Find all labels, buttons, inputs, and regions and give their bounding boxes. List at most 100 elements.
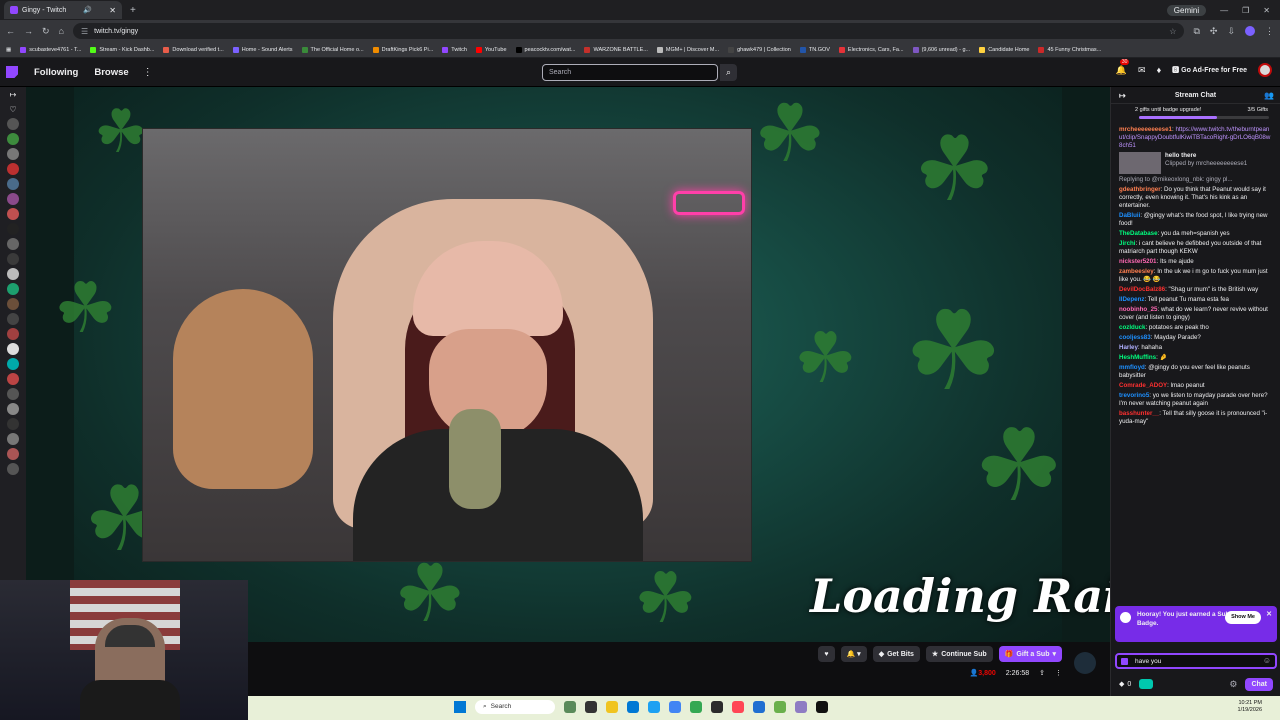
share-icon[interactable]: ⇪ [1039,669,1045,677]
bookmark-item[interactable]: peacocktv.com/wat... [515,46,575,53]
chat-username[interactable]: IIDepenz [1119,296,1144,303]
taskbar-app-icon[interactable] [753,701,765,713]
taskbar-app-icon[interactable] [795,701,807,713]
bookmark-item[interactable]: Download verified t... [163,46,224,53]
edge-browser-icon[interactable] [627,701,639,713]
community-icon[interactable]: 👥 [1264,91,1274,100]
gemini-button[interactable]: Gemini [1166,4,1207,16]
chat-input[interactable]: have you ☺ [1115,653,1277,669]
new-tab-button[interactable]: + [130,5,136,16]
reply-context[interactable]: Replying to @mikeoxlong_nbk: gingy pl... [1119,176,1272,184]
bookmark-item[interactable]: WARZONE BATTLE... [584,46,648,53]
taskbar-app-icon[interactable] [732,701,744,713]
chat-username[interactable]: trevorino5 [1119,392,1149,399]
channel-avatar[interactable] [7,238,19,250]
chat-username[interactable]: mmfloyd [1119,364,1145,371]
bookmark-item[interactable]: TN.GOV [799,46,830,53]
inbox-icon[interactable]: ✉ [1138,65,1146,76]
search-input[interactable]: Search [542,64,718,81]
bookmark-item[interactable]: MGM+ | Discover M... [656,46,719,53]
more-menu-icon[interactable]: ⋮ [143,67,153,78]
close-window-icon[interactable]: ✕ [1263,6,1270,15]
channel-avatar[interactable] [7,193,19,205]
channel-avatar[interactable] [7,418,19,430]
chat-username[interactable]: HeshMuffins [1119,354,1156,361]
system-clock[interactable]: 10:21 PM 1/19/2026 [1238,700,1262,714]
bookmark-item[interactable]: Twitch [442,46,467,53]
notifications-bell-button[interactable]: 🔔 ▾ [840,646,867,662]
chat-send-button[interactable]: Chat [1245,677,1273,691]
bookmark-item[interactable]: (9,606 unread) - g... [912,46,970,53]
chat-username[interactable]: basshunter__ [1119,410,1159,417]
extensions-puzzle-icon[interactable]: ✣ [1210,26,1218,37]
clip-card[interactable]: hello there Clipped by mrcheeeeeeeese1 [1119,152,1272,174]
bookmark-star-icon[interactable]: ☆ [1169,27,1176,36]
bookmark-item[interactable]: Stream - Kick Dashb... [90,46,154,53]
channel-avatar[interactable] [1074,652,1096,674]
chat-badge-icon[interactable] [1121,658,1128,665]
extension-icon[interactable]: ⧉ [1193,26,1199,37]
chat-username[interactable]: Jirchi [1119,240,1136,247]
start-button-icon[interactable] [454,701,466,713]
channel-avatar[interactable] [7,433,19,445]
channel-avatar[interactable] [7,148,19,160]
channel-avatar[interactable] [7,253,19,265]
chat-username[interactable]: DevilDocBalz86 [1119,286,1165,293]
chat-username[interactable]: zambeesley [1119,268,1154,275]
bookmark-item[interactable]: Candidate Home [979,46,1029,53]
channel-avatar[interactable] [7,328,19,340]
file-explorer-icon[interactable] [606,701,618,713]
maximize-icon[interactable]: ❐ [1242,6,1249,15]
channel-avatar[interactable] [7,358,19,370]
channel-avatar[interactable] [7,268,19,280]
task-view-icon[interactable] [585,701,597,713]
reload-icon[interactable]: ↻ [42,26,50,37]
ad-free-button[interactable]: 🅱 Go Ad-Free for Free [1172,65,1247,75]
follow-heart-button[interactable]: ♥ [818,646,835,662]
chat-username[interactable]: cozlduck [1119,324,1145,331]
more-options-icon[interactable]: ⋮ [1055,669,1062,677]
channel-avatar[interactable] [7,463,19,475]
twitch-logo-icon[interactable] [6,66,18,78]
channel-avatar[interactable] [7,388,19,400]
show-me-button[interactable]: Show Me [1225,611,1261,624]
downloads-icon[interactable]: ⇩ [1227,26,1235,37]
minimize-icon[interactable]: — [1220,6,1228,15]
channel-avatar[interactable] [7,223,19,235]
bookmark-item[interactable]: scubasteve4761 - T... [20,46,81,53]
close-toast-icon[interactable]: ✕ [1266,610,1272,619]
taskbar-app-icon[interactable] [690,701,702,713]
bookmark-item[interactable]: Home - Sound Alerts [232,46,293,53]
bookmark-item[interactable]: 45 Funny Christmas... [1038,46,1101,53]
chrome-icon[interactable] [669,701,681,713]
gift-sub-button[interactable]: 🎁 Gift a Sub ▾ [998,646,1062,662]
back-icon[interactable]: ← [6,26,15,36]
chat-username[interactable]: TheDatabase [1119,230,1158,237]
crown-icon[interactable]: ♦ [1157,65,1162,75]
notifications-icon[interactable]: 🔔 30 [1116,58,1130,76]
channel-avatar[interactable] [7,298,19,310]
channel-avatar[interactable] [7,118,19,130]
chat-username[interactable]: DaBluii [1119,212,1140,219]
emote-picker-icon[interactable]: ☺ [1263,656,1271,665]
close-tab-icon[interactable]: ✕ [109,6,116,15]
channel-avatar[interactable] [7,178,19,190]
site-info-icon[interactable]: ☰ [81,27,88,36]
channel-avatar[interactable] [7,373,19,385]
browser-tab[interactable]: Gingy - Twitch 🔊 ✕ [4,1,122,19]
channel-avatar[interactable] [7,403,19,415]
channel-avatar[interactable] [7,343,19,355]
url-field[interactable]: ☰ twitch.tv/gingy ☆ [72,23,1185,39]
chat-username[interactable]: mrcheeeeeeeese1 [1119,126,1172,133]
bookmark-item[interactable]: The Official Home o... [301,46,364,53]
apps-grid-icon[interactable]: ▦ [6,47,11,53]
chat-username[interactable]: gdeathbringer [1119,186,1161,193]
nav-browse[interactable]: Browse [94,67,128,78]
continue-sub-button[interactable]: ★ Continue Sub [925,646,993,662]
chat-username[interactable]: Comrade_ADOY [1119,382,1167,389]
taskbar-app-icon[interactable] [648,701,660,713]
channel-avatar[interactable] [7,313,19,325]
nav-following[interactable]: Following [34,67,78,78]
bookmark-item[interactable]: Electronics, Cars, Fa... [838,46,904,53]
video-player[interactable]: ☘ ☘ ☘ ☘ ☘ ☘ ☘ ☘ ☘ ☘ Loading Raid.. [26,87,1110,642]
